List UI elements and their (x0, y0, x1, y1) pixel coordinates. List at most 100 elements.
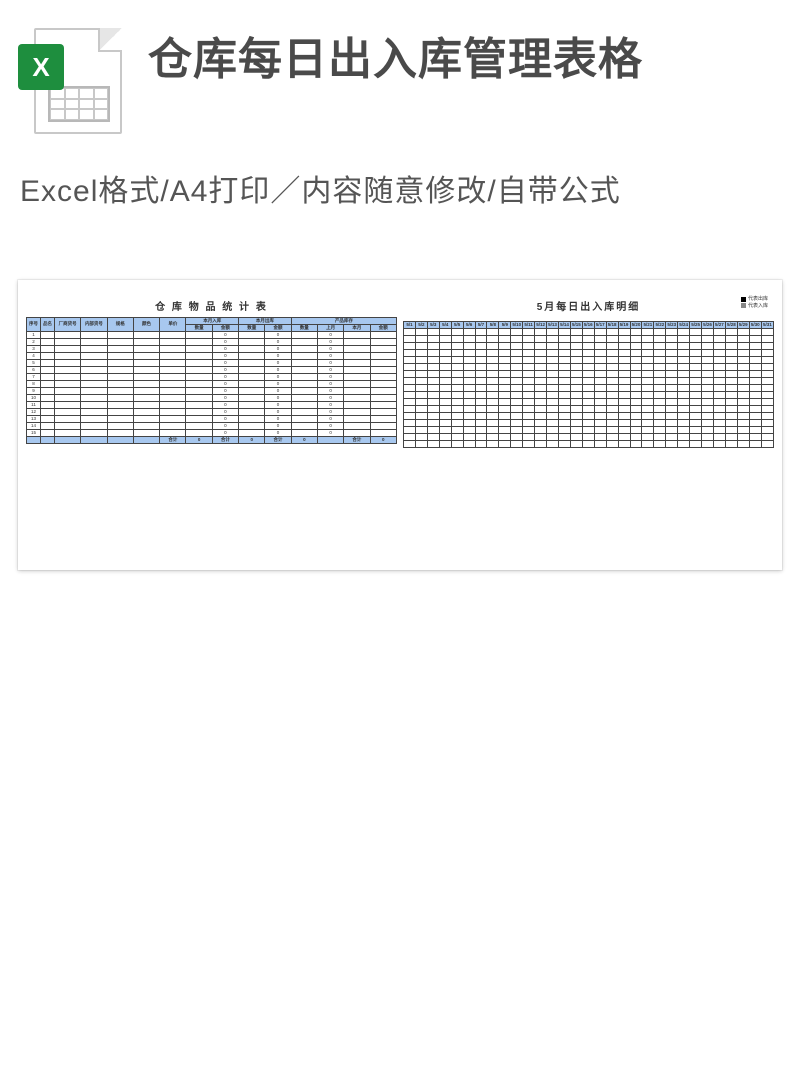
left-table: 序号品名厂商货号内部货号规格颜色单价本月入库本月出库产品库存数量金额数量金额数量… (26, 317, 397, 444)
date-header: 5/5 (451, 322, 463, 329)
table-row (404, 399, 774, 406)
table-row: 2000 (27, 339, 397, 346)
table-row (404, 406, 774, 413)
legend: 代表出库 代表入库 (741, 296, 768, 309)
date-header: 5/13 (547, 322, 559, 329)
excel-file-icon: X (20, 28, 130, 138)
table-row (404, 420, 774, 427)
table-row: 12000 (27, 409, 397, 416)
left-col-header: 单价 (160, 318, 186, 332)
left-sub-header: 上月 (317, 325, 343, 332)
table-row (404, 441, 774, 448)
table-row: 9000 (27, 388, 397, 395)
date-header: 5/31 (761, 322, 773, 329)
date-header: 5/4 (439, 322, 451, 329)
date-header: 5/12 (535, 322, 547, 329)
left-sub-header: 数量 (239, 325, 265, 332)
document-subtitle: Excel格式/A4打印／内容随意修改/自带公式 (0, 148, 800, 210)
date-header: 5/24 (678, 322, 690, 329)
left-col-header: 厂商货号 (55, 318, 81, 332)
document-title: 仓库每日出入库管理表格 (148, 28, 643, 87)
left-sub-header: 数量 (291, 325, 317, 332)
sheet-left: 仓 库 物 品 统 计 表 序号品名厂商货号内部货号规格颜色单价本月入库本月出库… (26, 298, 397, 444)
legend-swatch-out (741, 297, 746, 302)
table-row: 1000 (27, 332, 397, 339)
table-row: 7000 (27, 374, 397, 381)
date-header: 5/17 (594, 322, 606, 329)
date-header: 5/14 (558, 322, 570, 329)
date-header: 5/8 (487, 322, 499, 329)
date-header: 5/23 (666, 322, 678, 329)
right-table-body (404, 329, 774, 448)
table-row: 15000 (27, 430, 397, 437)
left-col-header: 序号 (27, 318, 41, 332)
date-header: 5/10 (511, 322, 523, 329)
table-row (404, 434, 774, 441)
left-col-header: 品名 (41, 318, 55, 332)
left-col-header: 规格 (107, 318, 133, 332)
page-header: X 仓库每日出入库管理表格 (0, 0, 800, 148)
date-header: 5/19 (618, 322, 630, 329)
sheet-right-title: 5月每日出入库明细 (537, 298, 641, 313)
date-header: 5/21 (642, 322, 654, 329)
right-table-head: 5/15/25/35/45/55/65/75/85/95/105/115/125… (404, 322, 774, 329)
date-header: 5/7 (475, 322, 487, 329)
left-sub-header: 金额 (370, 325, 396, 332)
left-sub-header: 本月 (344, 325, 370, 332)
date-header: 5/30 (749, 322, 761, 329)
table-row (404, 413, 774, 420)
date-header: 5/15 (570, 322, 582, 329)
date-header: 5/6 (463, 322, 475, 329)
date-header: 5/26 (702, 322, 714, 329)
sheet-left-title: 仓 库 物 品 统 计 表 (155, 298, 268, 313)
table-row (404, 336, 774, 343)
excel-badge: X (18, 44, 64, 90)
date-header: 5/2 (415, 322, 427, 329)
table-row: 11000 (27, 402, 397, 409)
table-row (404, 329, 774, 336)
table-row: 5000 (27, 360, 397, 367)
left-table-body: 1000200030004000500060007000800090001000… (27, 332, 397, 444)
table-row (404, 378, 774, 385)
table-row: 6000 (27, 367, 397, 374)
left-col-header: 本月入库 (186, 318, 239, 325)
table-row (404, 364, 774, 371)
table-row: 14000 (27, 423, 397, 430)
sheet-right: 5月每日出入库明细 代表出库 代表入库 5/15/25/35/45/55/65/… (403, 298, 774, 448)
table-row: 13000 (27, 416, 397, 423)
left-col-header: 内部货号 (81, 318, 107, 332)
left-col-header: 颜色 (133, 318, 159, 332)
table-row (404, 371, 774, 378)
date-header: 5/1 (404, 322, 416, 329)
date-header: 5/29 (737, 322, 749, 329)
right-table: 5/15/25/35/45/55/65/75/85/95/105/115/125… (403, 321, 774, 448)
date-header: 5/11 (523, 322, 535, 329)
date-header: 5/9 (499, 322, 511, 329)
date-header: 5/27 (713, 322, 725, 329)
table-row (404, 385, 774, 392)
table-row (404, 427, 774, 434)
date-header: 5/16 (582, 322, 594, 329)
template-preview: 仓 库 物 品 统 计 表 序号品名厂商货号内部货号规格颜色单价本月入库本月出库… (18, 280, 782, 570)
left-sub-header: 金额 (265, 325, 291, 332)
table-row: 10000 (27, 395, 397, 402)
table-row (404, 357, 774, 364)
date-header: 5/3 (427, 322, 439, 329)
legend-swatch-in (741, 303, 746, 308)
date-header: 5/20 (630, 322, 642, 329)
date-header: 5/18 (606, 322, 618, 329)
totals-row: 合计0合计0合计0合计0 (27, 437, 397, 444)
left-sub-header: 数量 (186, 325, 212, 332)
table-row (404, 392, 774, 399)
table-row (404, 350, 774, 357)
table-row (404, 343, 774, 350)
date-header: 5/28 (725, 322, 737, 329)
table-row: 4000 (27, 353, 397, 360)
left-col-header: 本月出库 (239, 318, 292, 325)
legend-in-label: 代表入库 (748, 303, 768, 310)
date-header: 5/22 (654, 322, 666, 329)
table-row: 3000 (27, 346, 397, 353)
left-sub-header: 金额 (212, 325, 238, 332)
table-row: 8000 (27, 381, 397, 388)
date-header: 5/25 (690, 322, 702, 329)
